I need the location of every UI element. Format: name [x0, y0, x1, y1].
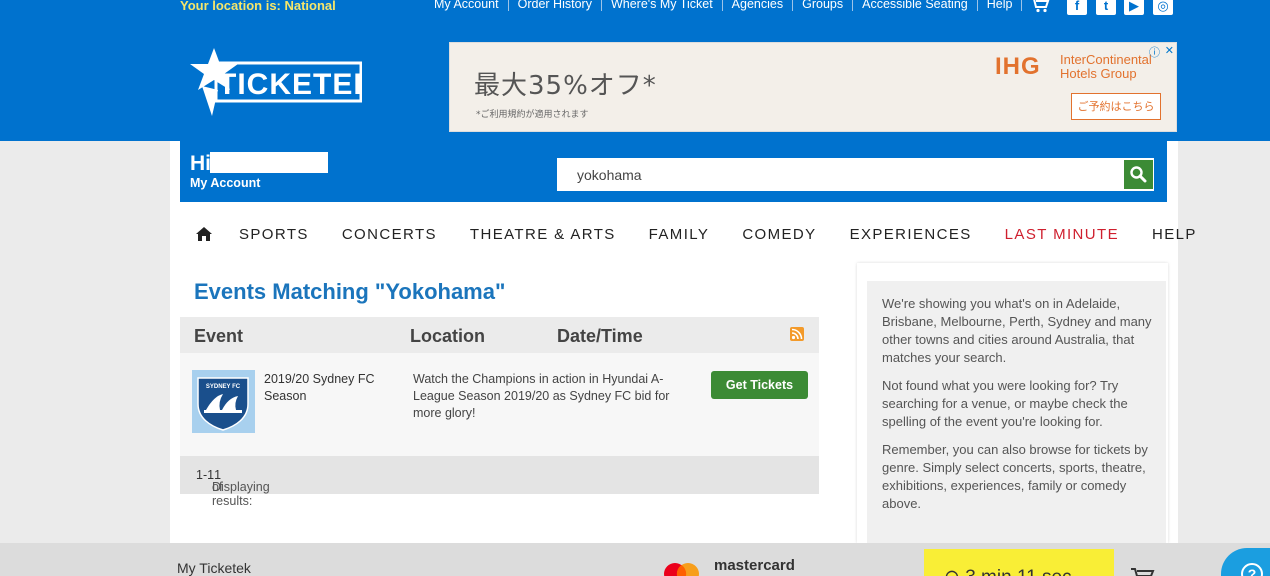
info-paragraph-1: We're showing you what's on in Adelaide,…: [882, 296, 1152, 365]
results-count-of: of: [212, 480, 223, 494]
results-count: Displaying results: 1-1 of 1: [196, 468, 270, 508]
sydney-fc-thumbnail[interactable]: SYDNEY FC: [192, 370, 255, 433]
cart-icon[interactable]: [1030, 0, 1050, 13]
instagram-icon[interactable]: ◎: [1153, 0, 1173, 15]
logo-text: TICKETEK: [218, 68, 362, 101]
greeting: Hi: [190, 152, 211, 175]
event-description: Watch the Champions in action in Hyundai…: [413, 372, 670, 420]
top-utility-bar: Your location is: National My Account Or…: [0, 0, 1270, 15]
top-link-order-history[interactable]: Order History: [509, 0, 602, 11]
column-location: Location: [410, 326, 485, 346]
search-icon: [1130, 166, 1147, 183]
ad-note: *ご利用規約が適用されます: [476, 110, 589, 120]
twitter-icon[interactable]: t: [1096, 0, 1116, 15]
event-name[interactable]: 2019/20 Sydney FC Season: [264, 371, 394, 405]
search-info-box: We're showing you what's on in Adelaide,…: [857, 263, 1168, 543]
top-link-help[interactable]: Help: [978, 0, 1023, 11]
youtube-icon[interactable]: ▶: [1124, 0, 1144, 15]
account-search-bar: Hi My Account: [180, 141, 1167, 202]
search-box: [557, 158, 1154, 191]
nav-comedy[interactable]: COMEDY: [742, 226, 816, 243]
thumbnail-label: SYDNEY FC: [206, 384, 241, 390]
rss-icon[interactable]: [790, 327, 804, 341]
search-info-content: We're showing you what's on in Adelaide,…: [867, 281, 1166, 543]
results-title: Events Matching "Yokohama": [194, 279, 506, 304]
cart-timer[interactable]: ⊙ 3 min 11 sec: [924, 549, 1114, 576]
top-links: My Account Order History Where's My Tick…: [425, 0, 1023, 11]
results-footer: Displaying results: 1-1 of 1: [180, 456, 819, 508]
top-link-groups[interactable]: Groups: [793, 0, 854, 11]
mastercard-logo-icon: [664, 563, 699, 576]
location-indicator[interactable]: Your location is: National: [180, 0, 336, 13]
ad-headline: 最大35%オフ*: [474, 71, 657, 101]
info-paragraph-3: Remember, you can also browse for ticket…: [882, 442, 1148, 511]
footer-my-ticketek[interactable]: My Ticketek: [177, 560, 251, 576]
nav-sports[interactable]: SPORTS: [239, 226, 309, 243]
mastercard-label: mastercard: [714, 557, 795, 574]
nav-experiences[interactable]: EXPERIENCES: [850, 226, 972, 243]
column-event: Event: [194, 326, 244, 346]
nav-home[interactable]: [180, 227, 212, 241]
ad-info-icon[interactable]: ⓘ: [1149, 44, 1160, 60]
nav-help[interactable]: HELP: [1152, 226, 1197, 243]
table-row: SYDNEY FC 2019/20 Sydney FC Season Watch…: [180, 353, 819, 456]
nav-theatre-arts[interactable]: THEATRE & ARTS: [470, 226, 616, 243]
top-link-wheres-my-ticket[interactable]: Where's My Ticket: [602, 0, 723, 11]
home-icon: [196, 227, 212, 241]
ad-close-icon[interactable]: ✕: [1165, 44, 1174, 57]
advertisement-banner[interactable]: 最大35%オフ* *ご利用規約が適用されます IHG InterContinen…: [449, 42, 1177, 132]
footer-cart-icon[interactable]: [1130, 567, 1156, 576]
ad-cta-button[interactable]: ご予約はこちら: [1071, 93, 1161, 120]
ad-ihg-logo: IHG: [995, 53, 1041, 80]
main-navigation: SPORTS CONCERTS THEATRE & ARTS FAMILY CO…: [180, 218, 1195, 250]
facebook-icon[interactable]: f: [1067, 0, 1087, 15]
column-date-time: Date/Time: [557, 326, 643, 346]
site-footer: My Ticketek mastercard ⊙ 3 min 11 sec ?: [0, 543, 1270, 576]
my-account-link[interactable]: My Account: [190, 176, 260, 190]
top-link-agencies[interactable]: Agencies: [723, 0, 794, 11]
nav-last-minute[interactable]: LAST MINUTE: [1005, 226, 1119, 243]
nav-concerts[interactable]: CONCERTS: [342, 226, 437, 243]
help-widget[interactable]: ?: [1221, 548, 1270, 576]
get-tickets-button[interactable]: Get Tickets: [711, 371, 808, 399]
search-input[interactable]: [558, 159, 1123, 190]
top-link-my-account[interactable]: My Account: [425, 0, 509, 11]
results-table-header: Event Location Date/Time: [180, 317, 819, 353]
search-button[interactable]: [1124, 160, 1153, 189]
top-link-accessible-seating[interactable]: Accessible Seating: [853, 0, 978, 11]
ticketek-logo[interactable]: TICKETEK: [186, 46, 362, 118]
info-paragraph-2: Not found what you were looking for? Try…: [882, 378, 1128, 429]
redacted-username: [210, 152, 328, 173]
help-icon: ?: [1241, 563, 1263, 576]
nav-family[interactable]: FAMILY: [649, 226, 710, 243]
